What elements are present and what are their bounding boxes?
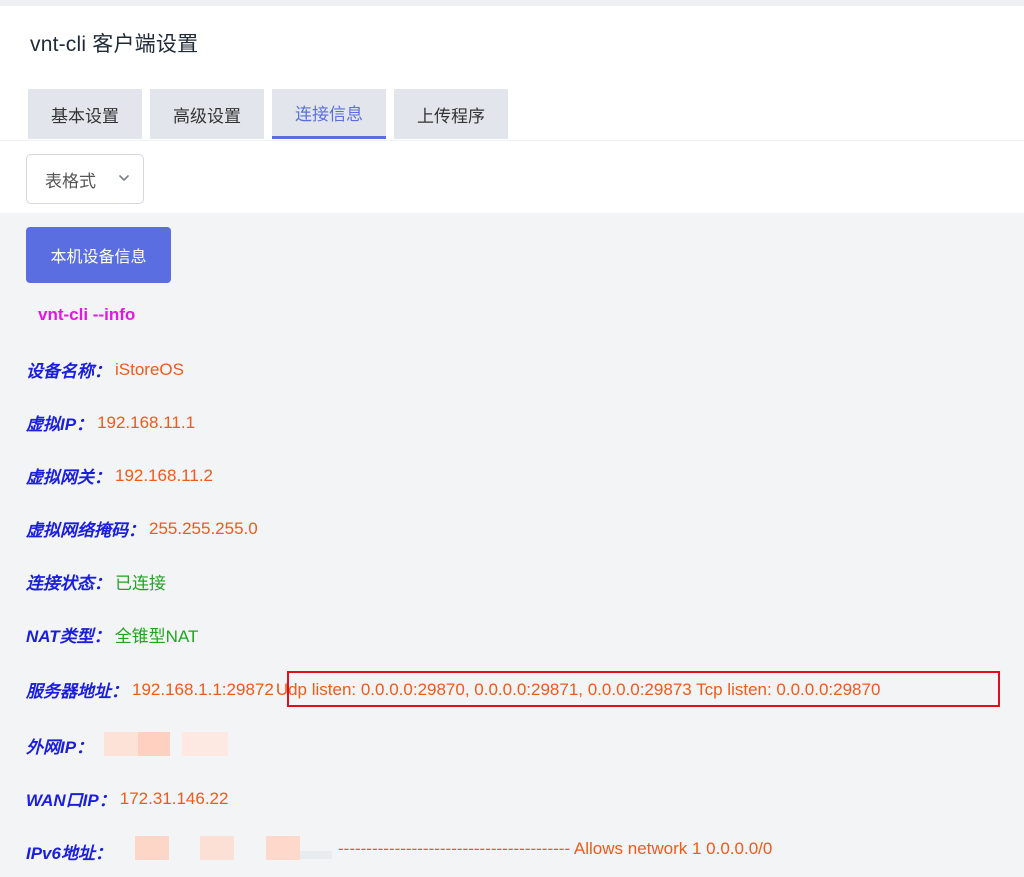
server-address-label: 服务器地址： [26, 682, 128, 701]
virtual-gateway-row: 虚拟网关： 192.168.11.2 [26, 463, 213, 488]
redacted-block [200, 836, 234, 860]
ipv6-label: IPv6地址： [26, 844, 112, 863]
wan-ip-row: WAN口IP： 172.31.146.22 [26, 786, 228, 811]
wan-ip-value: 172.31.146.22 [119, 788, 229, 808]
highlight-box [287, 671, 1000, 707]
device-info-button[interactable]: 本机设备信息 [26, 227, 171, 283]
ipv6-row: IPv6地址： [26, 839, 112, 864]
redacted-block [266, 836, 300, 860]
connection-status-label: 连接状态： [26, 574, 111, 593]
nat-type-value: 全锥型NAT [114, 627, 199, 646]
tab-connection-info[interactable]: 连接信息 [272, 89, 386, 139]
redacted-block [300, 851, 332, 859]
tab-bar: 基本设置 高级设置 连接信息 上传程序 [28, 89, 508, 141]
page: vnt-cli 客户端设置 基本设置 高级设置 连接信息 上传程序 表格式 本机… [0, 0, 1024, 877]
connection-status-value: 已连接 [115, 574, 166, 593]
format-select-value: 表格式 [45, 171, 96, 191]
virtual-gateway-value: 192.168.11.2 [115, 465, 213, 485]
server-address-value: 192.168.1.1:29872 [132, 679, 274, 699]
tab-divider [0, 140, 1024, 141]
virtual-ip-row: 虚拟IP： 192.168.11.1 [26, 410, 195, 435]
nat-type-row: NAT类型： 全锥型NAT [26, 622, 198, 647]
tab-advanced-settings[interactable]: 高级设置 [150, 89, 264, 139]
wan-ip-label: WAN口IP： [26, 791, 116, 810]
redacted-block [135, 836, 169, 860]
public-ip-row: 外网IP： [26, 733, 93, 758]
ipv6-route-row: ----------------------------------------… [338, 839, 772, 859]
public-ip-label: 外网IP： [26, 738, 94, 757]
virtual-ip-label: 虚拟IP： [26, 415, 94, 434]
settings-header-panel: vnt-cli 客户端设置 基本设置 高级设置 连接信息 上传程序 表格式 [0, 0, 1024, 213]
device-name-row: 设备名称： iStoreOS [26, 357, 184, 382]
command-text: vnt-cli --info [38, 305, 136, 324]
tab-basic-settings[interactable]: 基本设置 [28, 89, 142, 139]
top-strip [0, 0, 1024, 6]
nat-type-label: NAT类型： [26, 627, 111, 646]
tab-upload-program[interactable]: 上传程序 [394, 89, 508, 139]
redacted-block [104, 732, 138, 756]
virtual-netmask-value: 255.255.255.0 [149, 518, 258, 538]
chevron-down-icon [119, 175, 129, 181]
device-name-label: 设备名称： [26, 362, 111, 381]
virtual-netmask-row: 虚拟网络掩码： 255.255.255.0 [26, 516, 258, 541]
redacted-block [138, 732, 170, 756]
virtual-ip-value: 192.168.11.1 [97, 412, 196, 432]
device-name-value: iStoreOS [115, 359, 184, 379]
virtual-gateway-label: 虚拟网关： [26, 468, 111, 487]
connection-status-row: 连接状态： 已连接 [26, 569, 166, 594]
virtual-netmask-label: 虚拟网络掩码： [26, 521, 145, 540]
ipv6-route-text: ----------------------------------------… [338, 839, 773, 858]
redacted-block [182, 732, 228, 756]
format-select[interactable]: 表格式 [26, 154, 144, 204]
page-title: vnt-cli 客户端设置 [30, 33, 199, 56]
